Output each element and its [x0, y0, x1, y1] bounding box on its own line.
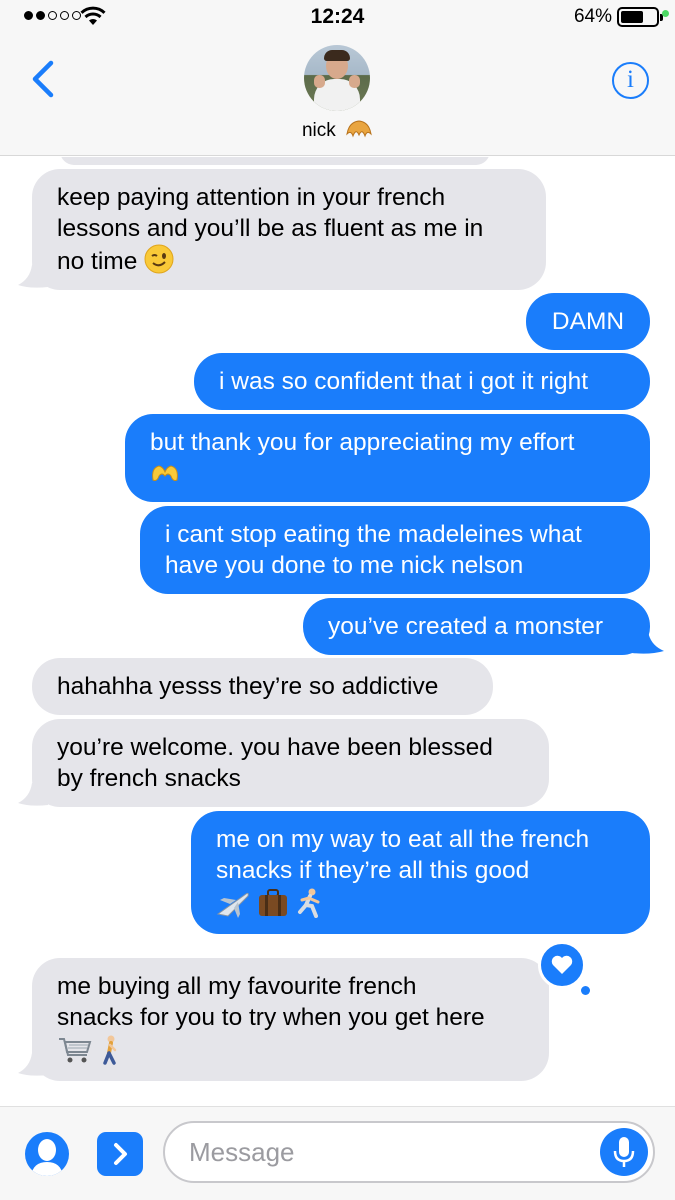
message-text-line: i was so confident that i got it right: [219, 368, 589, 395]
message-thread[interactable]: keep paying attention in your french les…: [0, 157, 675, 1105]
running-person-icon: [297, 888, 320, 918]
microphone-icon[interactable]: [600, 1128, 648, 1176]
message-text-line: you’ve created a monster: [328, 613, 604, 640]
message-input-placeholder: Message: [189, 1137, 295, 1167]
incoming-message-bubble[interactable]: you’re welcome. you have been blessed by…: [32, 719, 549, 807]
winking-face-icon: [144, 244, 174, 274]
suitcase-icon: [258, 889, 287, 916]
message-text-line: but thank you for appreciating my effort: [150, 429, 575, 456]
app-store-chevron-icon[interactable]: [97, 1132, 143, 1176]
status-bar: 12:24 64%: [0, 0, 675, 34]
incoming-message-bubble[interactable]: me buying all my favourite french snacks…: [32, 958, 549, 1081]
incoming-message-bubble[interactable]: keep paying attention in your french les…: [32, 169, 546, 290]
message-text-line: me on my way to eat all the french: [216, 826, 590, 853]
outgoing-message-bubble[interactable]: i was so confident that i got it right: [194, 353, 650, 410]
memoji-icon[interactable]: [25, 1132, 69, 1176]
message-text-line: keep paying attention in your french: [57, 184, 446, 211]
conversation-header: nick i: [0, 34, 675, 156]
previous-message-bubble: [60, 157, 490, 165]
outgoing-message-bubble[interactable]: but thank you for appreciating my effort: [125, 414, 650, 502]
message-text-line: by french snacks: [57, 765, 241, 792]
heart-reaction-badge[interactable]: [538, 941, 586, 989]
compose-bar: Message: [0, 1106, 675, 1200]
message-text-line: lessons and you’ll be as fluent as me in: [57, 215, 484, 242]
info-button[interactable]: i: [612, 62, 649, 99]
message-text-line: snacks for you to try when you get here: [57, 1004, 485, 1031]
message-text-line: hahahha yesss they’re so addictive: [57, 673, 439, 700]
message-text-line: have you done to me nick nelson: [165, 552, 524, 579]
reaction-tail-dot: [581, 986, 590, 995]
heart-icon: [551, 955, 573, 974]
message-text-line: no time: [57, 248, 138, 275]
message-text-line: snacks if they’re all this good: [216, 857, 530, 884]
charging-indicator: [662, 10, 669, 17]
incoming-bubble-tail: [18, 265, 48, 288]
outgoing-message-bubble[interactable]: i cant stop eating the madeleines what h…: [140, 506, 650, 594]
message-text-line: i cant stop eating the madeleines what: [165, 521, 582, 548]
shopping-cart-icon: [59, 1038, 92, 1063]
croissant-icon: [346, 120, 372, 138]
airplane-icon: [216, 892, 249, 918]
outgoing-message-bubble[interactable]: you’ve created a monster: [303, 598, 650, 655]
walking-person-icon: [103, 1035, 117, 1065]
outgoing-message-bubble[interactable]: me on my way to eat all the french snack…: [191, 811, 650, 934]
heart-hands-icon: [152, 465, 178, 481]
battery-percent: 64%: [573, 6, 612, 27]
contact-name[interactable]: nick: [0, 118, 675, 142]
contact-name-label: nick: [301, 120, 336, 141]
chevron-left-icon[interactable]: [30, 60, 56, 98]
battery-icon: [617, 7, 663, 27]
incoming-bubble-tail: [18, 1053, 48, 1076]
message-text-line: me buying all my favourite french: [57, 973, 417, 1000]
outgoing-bubble-tail: [632, 631, 664, 654]
contact-avatar[interactable]: [304, 45, 370, 111]
message-text-line: you’re welcome. you have been blessed: [57, 734, 493, 761]
outgoing-message-bubble[interactable]: DAMN: [526, 293, 650, 350]
incoming-message-bubble[interactable]: hahahha yesss they’re so addictive: [32, 658, 493, 715]
message-input[interactable]: Message: [163, 1121, 655, 1183]
incoming-bubble-tail: [18, 783, 48, 806]
message-text-line: DAMN: [551, 308, 625, 335]
